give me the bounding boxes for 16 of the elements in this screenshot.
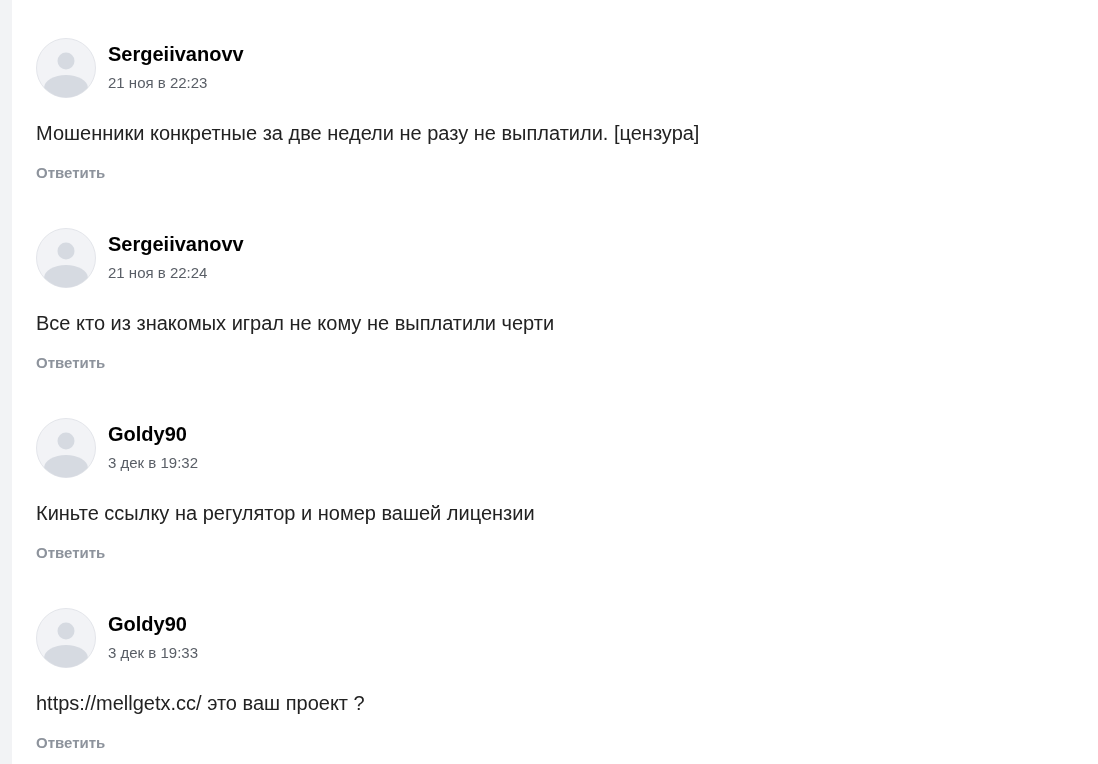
comment-text: https://mellgetx.cc/ это ваш проект ? (36, 691, 366, 716)
comment-date: 3 дек в 19:32 (108, 454, 198, 472)
comment-text: Все кто из знакомых играл не кому не выплатили черти (36, 311, 556, 336)
comment-date: 21 ноя в 22:23 (108, 74, 209, 92)
avatar-icon (36, 418, 96, 478)
comment-text: Мошенники конкретные за две недели не разу не выплатили. [цензура] (36, 121, 700, 146)
comment-date: 21 ноя в 22:24 (108, 264, 209, 282)
author-name[interactable]: Sergeiivanovv (108, 42, 244, 66)
avatar-icon (36, 608, 96, 668)
avatar-icon (36, 228, 96, 288)
avatar-icon (36, 38, 96, 98)
comment-text: Киньте ссылку на регулятор и номер вашей лицензии (36, 501, 536, 526)
author-name[interactable]: Goldy90 (108, 612, 198, 636)
comment-date: 3 дек в 19:33 (108, 644, 198, 662)
author-name[interactable]: Goldy90 (108, 422, 198, 446)
author-name[interactable]: Sergeiivanovv (108, 232, 244, 256)
